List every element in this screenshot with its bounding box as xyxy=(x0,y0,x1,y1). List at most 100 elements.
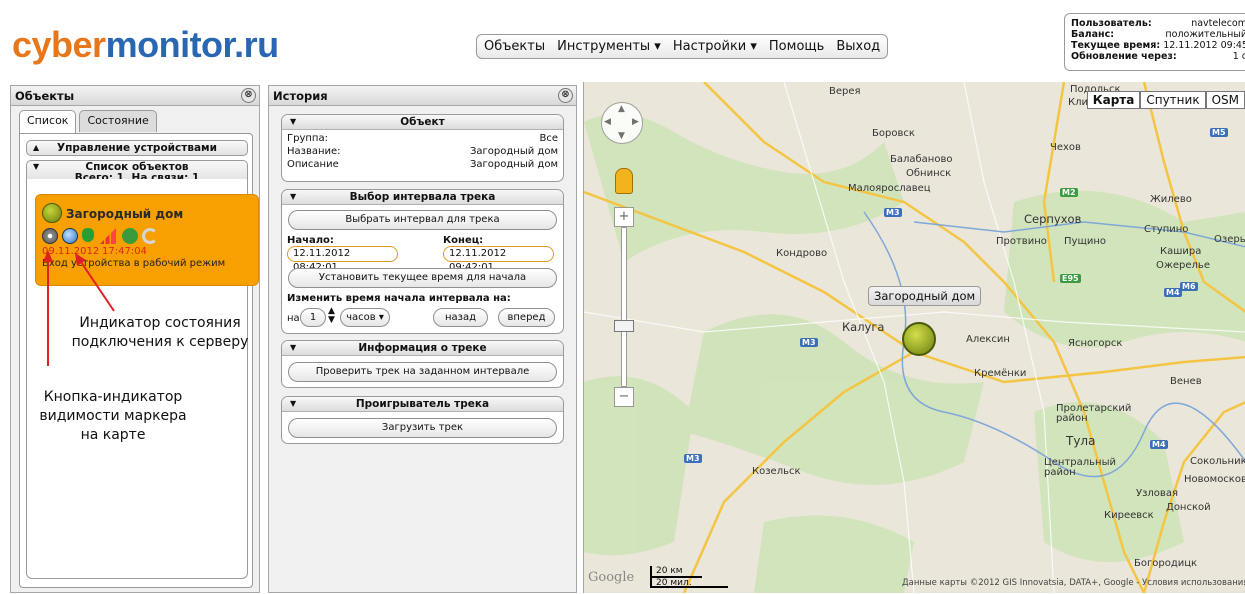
eye-visibility-icon[interactable] xyxy=(42,228,58,244)
change-start-label: Изменить время начала интервала на: xyxy=(287,293,511,304)
logo-part1: cyber xyxy=(12,24,106,65)
description-label: Описание xyxy=(287,159,339,170)
amount-input[interactable]: 1 xyxy=(300,308,326,327)
nav-tools[interactable]: Инструменты ▾ xyxy=(557,39,661,54)
track-info-header[interactable]: ▼ Информация о треке xyxy=(282,341,563,356)
place-label: Верея xyxy=(829,86,861,97)
balance-value: положительный xyxy=(1165,29,1245,40)
expand-arrow-icon: ▼ xyxy=(290,399,297,408)
home-icon xyxy=(42,203,62,223)
map-type-map[interactable]: Карта xyxy=(1086,91,1141,109)
object-last-time: 17:47:04 xyxy=(102,246,147,257)
place-label: Чехов xyxy=(1050,142,1081,153)
object-section-title: Объект xyxy=(400,116,445,128)
shield-icon xyxy=(82,228,94,242)
pegman-icon[interactable] xyxy=(615,168,633,194)
home-marker-icon[interactable] xyxy=(902,322,936,356)
signal-strength-icon xyxy=(100,228,116,244)
check-track-button[interactable]: Проверить трек на заданном интервале xyxy=(288,362,557,382)
end-label: Конец: xyxy=(443,235,484,246)
close-icon[interactable]: ⊗ xyxy=(241,88,256,103)
place-label: Озеры xyxy=(1214,234,1245,245)
start-label: Начало: xyxy=(287,235,334,246)
tab-list[interactable]: Список xyxy=(19,110,77,134)
map[interactable]: Верея Климовск Подольск Боровск Чехов Ба… xyxy=(583,82,1245,593)
logo[interactable]: cybermonitor.ru xyxy=(12,24,279,66)
place-label: Донской xyxy=(1166,502,1211,513)
place-label: Малоярославец xyxy=(848,183,931,194)
manage-devices-header[interactable]: ▲ Управление устройствами xyxy=(26,140,248,156)
place-label: Пущино xyxy=(1064,236,1107,247)
choose-interval-button[interactable]: Выбрать интервал для трека xyxy=(288,210,557,230)
user-info-box: Пользователь: navtelecom Баланс: положител… xyxy=(1064,13,1245,71)
track-player-title: Проигрыватель трека xyxy=(355,398,490,410)
pan-down-icon[interactable]: ▼ xyxy=(618,131,625,141)
place-label: Киреевск xyxy=(1104,510,1154,521)
nav-objects[interactable]: Объекты xyxy=(484,39,545,54)
zoom-out-icon[interactable]: − xyxy=(614,387,634,407)
objects-panel-title: Объекты xyxy=(15,89,75,103)
road-shield: E95 xyxy=(1060,274,1081,283)
road-shield: M5 xyxy=(1210,128,1228,137)
pan-left-icon[interactable]: ◀ xyxy=(604,117,611,127)
name-value: Загородный дом xyxy=(470,146,558,157)
load-track-button[interactable]: Загрузить трек xyxy=(288,418,557,438)
track-player-header[interactable]: ▼ Проигрыватель трека xyxy=(282,397,563,412)
header: cybermonitor.ru Объекты Инструменты ▾ На… xyxy=(0,0,1245,82)
back-button[interactable]: назад xyxy=(433,308,488,327)
map-type-satellite[interactable]: Спутник xyxy=(1140,91,1206,109)
nav-help[interactable]: Помощь xyxy=(769,39,824,54)
map-attribution[interactable]: Данные карты ©2012 GIS Innovatsia, DATA+… xyxy=(902,578,1245,588)
place-label: Центральный район xyxy=(1044,457,1116,478)
objects-tabs: Список Состояние xyxy=(19,110,160,134)
place-label: Жилево xyxy=(1150,194,1192,205)
nav-settings[interactable]: Настройки ▾ xyxy=(673,39,757,54)
place-label: Сокольники xyxy=(1190,456,1245,467)
object-card[interactable]: Загородный дом 09.11.2012 17:47:04 Вход … xyxy=(35,194,259,286)
interval-section-header[interactable]: ▼ Выбор интервала трека xyxy=(282,190,563,205)
update-label: Обновление через: xyxy=(1071,51,1177,62)
pan-control[interactable]: ▲ ▼ ◀ ▶ xyxy=(601,102,643,144)
nav-logout[interactable]: Выход xyxy=(836,39,880,54)
object-section-header[interactable]: ▼ Объект xyxy=(282,115,563,130)
scale-mi: 20 мил. xyxy=(652,576,702,588)
track-player-section: ▼ Проигрыватель трека Загрузить трек xyxy=(281,396,564,444)
zoom-track[interactable] xyxy=(621,227,627,387)
road-shield: M4 xyxy=(1150,440,1168,449)
top-nav: Объекты Инструменты ▾ Настройки ▾ Помощь… xyxy=(476,34,889,59)
end-datetime-field[interactable]: 12.11.2012 09:42:01 xyxy=(443,246,554,273)
pan-up-icon[interactable]: ▲ xyxy=(618,104,625,114)
place-label: Ступино xyxy=(1144,224,1189,235)
logo-part2: monitor.ru xyxy=(105,24,280,65)
close-icon[interactable]: ⊗ xyxy=(558,88,573,103)
expand-arrow-icon: ▼ xyxy=(290,117,297,126)
set-now-button[interactable]: Установить текущее время для начала xyxy=(288,268,557,288)
place-label: Пролетарский район xyxy=(1056,403,1132,424)
road-shield: M4 xyxy=(1164,288,1182,297)
road-shield: M6 xyxy=(1180,282,1198,291)
object-status: Вход устройства в рабочий режим xyxy=(42,258,226,269)
stepper-arrows-icon[interactable]: ▲ ▼ xyxy=(328,307,335,325)
na-label: на xyxy=(287,313,300,324)
collapse-arrow-icon: ▲ xyxy=(33,143,40,152)
tab-state[interactable]: Состояние xyxy=(79,110,157,132)
history-panel: История ⊗ ▼ Объект Группа: Все Название: За… xyxy=(268,85,577,593)
map-type-osm[interactable]: OSM xyxy=(1205,91,1245,109)
balance-label: Баланс: xyxy=(1071,29,1115,40)
object-row-name: Название: Загородный дом xyxy=(282,145,563,158)
track-info-section: ▼ Информация о треке Проверить трек на за… xyxy=(281,340,564,388)
track-info-title: Информация о треке xyxy=(358,342,487,354)
object-row-group: Группа: Все xyxy=(282,132,563,145)
check-icon xyxy=(122,228,138,244)
unit-select[interactable]: часов ▾ xyxy=(340,308,390,327)
name-label: Название: xyxy=(287,146,341,157)
forward-button[interactable]: вперед xyxy=(498,308,555,327)
marker-label[interactable]: Загородный дом xyxy=(868,286,982,306)
place-label: Козельск xyxy=(752,466,801,477)
zoom-handle[interactable] xyxy=(614,320,634,332)
pan-right-icon[interactable]: ▶ xyxy=(632,117,639,127)
place-label: Балабаново xyxy=(890,154,953,165)
zoom-in-icon[interactable]: + xyxy=(614,207,634,227)
start-datetime-field[interactable]: 12.11.2012 08:42:01 xyxy=(287,246,398,273)
expand-arrow-icon: ▼ xyxy=(33,162,40,171)
